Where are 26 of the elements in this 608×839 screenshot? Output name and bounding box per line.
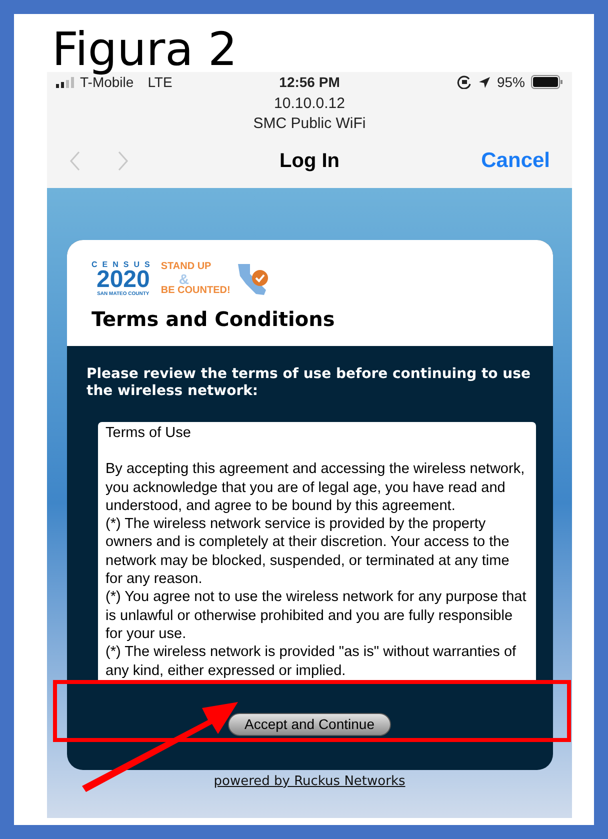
rotation-lock-icon [456, 75, 472, 89]
network-type: LTE [148, 74, 172, 92]
signal-icon [56, 76, 76, 88]
logo-slogan-text: STAND UP [160, 261, 212, 273]
battery-percent: 95% [496, 72, 526, 92]
page-address: 10.10.0.12 [274, 94, 345, 114]
cancel-button[interactable]: Cancel [481, 145, 550, 177]
card-heading: Terms and Conditions [92, 306, 336, 333]
terms-paragraph: (*) The wireless network is provided "as is" without warranties of any kind, either expressed or implied. [106, 643, 518, 680]
powered-by-link[interactable]: powered by Ruckus Networks [214, 772, 406, 792]
carrier-name: T-Mobile [80, 74, 134, 92]
terms-paragraph: By accepting this agreement and accessing the wireless network, you acknowledge that you are of legal age, you have read and understood, and agree to be bound by this agreement. [106, 460, 526, 516]
logo-slogan-text: BE COUNTED! [160, 285, 230, 297]
battery-icon [531, 75, 564, 89]
network-name: SMC Public WiFi [253, 114, 366, 134]
logo-census-text: CENSUS [92, 260, 155, 269]
location-arrow-icon [478, 76, 491, 88]
page-title: Log In [280, 149, 340, 174]
terms-title: Terms of Use [106, 424, 192, 442]
logo-year-text: 2020 [96, 269, 150, 291]
terms-paragraph: (*) You agree not to use the wireless network for any purpose that is unlawful or otherwise prohibited and you are fully responsible for your use. [106, 588, 528, 644]
intro-text: Please review the terms of use before continuing to use the wireless network: [86, 366, 532, 400]
logo-ampersand: & [178, 273, 189, 285]
terms-paragraph: (*) The wireless network service is provided by the property owners and is completely at their discretion. Your access to the network may be blocked, suspended, or terminated at any time for any reason. [106, 515, 510, 588]
clock-time: 12:56 PM [279, 72, 340, 92]
accept-button[interactable]: Accept and Continue [228, 713, 392, 736]
